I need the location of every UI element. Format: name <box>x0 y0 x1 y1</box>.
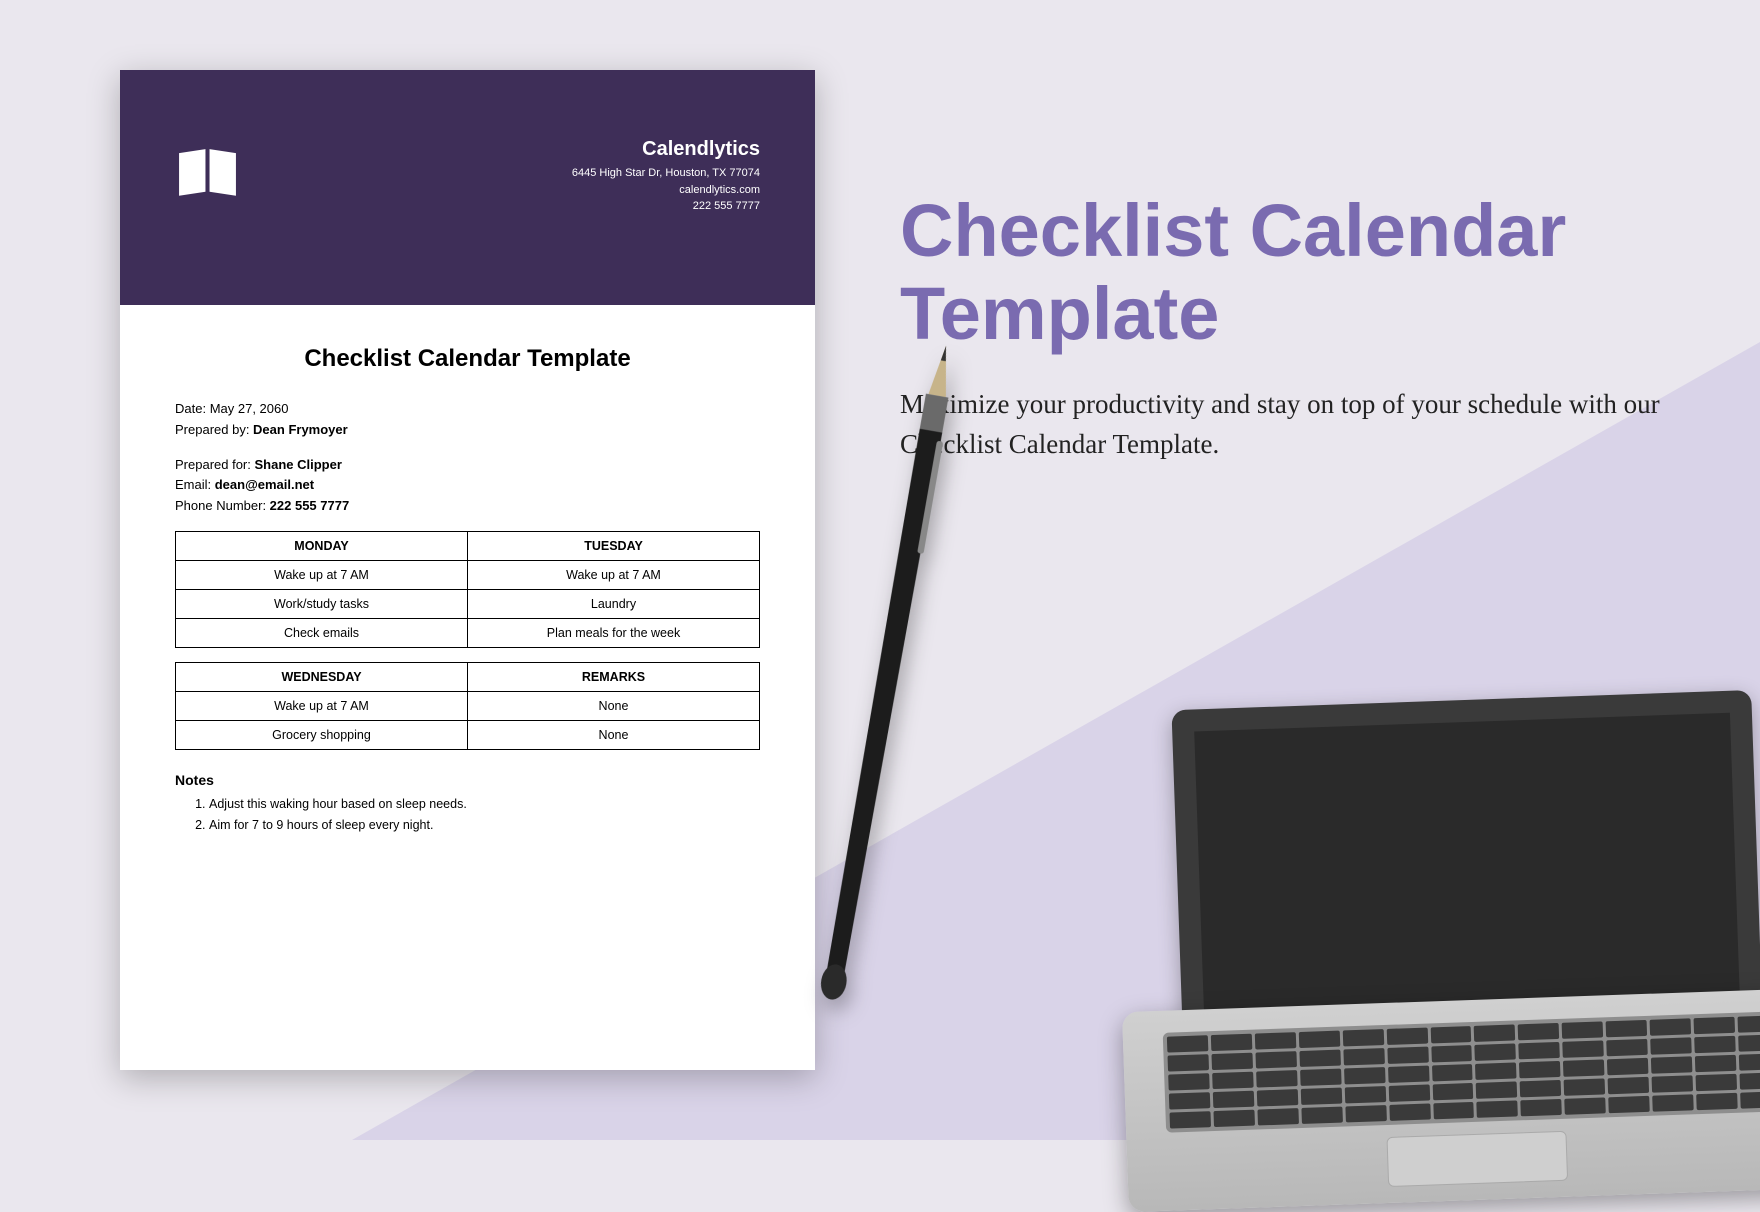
col-header: REMARKS <box>468 662 760 691</box>
cell: Wake up at 7 AM <box>176 560 468 589</box>
document-preview: Calendlytics 6445 High Star Dr, Houston,… <box>120 70 815 1070</box>
document-title: Checklist Calendar Template <box>175 345 760 373</box>
table-row: Check emailsPlan meals for the week <box>176 618 760 647</box>
promo-block: Checklist Calendar Template Maximize you… <box>900 190 1660 465</box>
company-info: Calendlytics 6445 High Star Dr, Houston,… <box>572 138 760 215</box>
book-icon <box>175 145 240 200</box>
table-row: Work/study tasksLaundry <box>176 589 760 618</box>
list-item: Adjust this waking hour based on sleep n… <box>209 794 760 815</box>
cell: Check emails <box>176 618 468 647</box>
table-row: Wake up at 7 AMWake up at 7 AM <box>176 560 760 589</box>
notes-list: Adjust this waking hour based on sleep n… <box>175 794 760 837</box>
notes-title: Notes <box>175 772 760 788</box>
cell: Wake up at 7 AM <box>176 691 468 720</box>
notes-section: Notes Adjust this waking hour based on s… <box>175 772 760 837</box>
meta-group-2: Prepared for: Shane Clipper Email: dean@… <box>175 455 760 517</box>
cell: None <box>468 691 760 720</box>
cell: Grocery shopping <box>176 720 468 749</box>
list-item: Aim for 7 to 9 hours of sleep every nigh… <box>209 815 760 836</box>
cell: Laundry <box>468 589 760 618</box>
company-phone: 222 555 7777 <box>572 198 760 215</box>
meta-group-1: Date: May 27, 2060 Prepared by: Dean Fry… <box>175 399 760 441</box>
phone-value: 222 555 7777 <box>270 498 350 513</box>
date-label: Date: <box>175 401 210 416</box>
laptop-trackpad <box>1386 1131 1568 1187</box>
document-header: Calendlytics 6445 High Star Dr, Houston,… <box>120 70 815 305</box>
email-label: Email: <box>175 477 215 492</box>
col-header: MONDAY <box>176 531 468 560</box>
col-header: TUESDAY <box>468 531 760 560</box>
cell: Plan meals for the week <box>468 618 760 647</box>
laptop-base <box>1122 988 1760 1212</box>
document-body: Checklist Calendar Template Date: May 27… <box>120 305 815 836</box>
company-website: calendlytics.com <box>572 182 760 199</box>
prepared-by-label: Prepared by: <box>175 422 253 437</box>
promo-title: Checklist Calendar Template <box>900 190 1660 356</box>
cell: Wake up at 7 AM <box>468 560 760 589</box>
prepared-by-value: Dean Frymoyer <box>253 422 348 437</box>
cell: None <box>468 720 760 749</box>
phone-label: Phone Number: <box>175 498 270 513</box>
checklist-table-1: MONDAY TUESDAY Wake up at 7 AMWake up at… <box>175 531 760 648</box>
prepared-for-label: Prepared for: <box>175 457 255 472</box>
table-row: Grocery shoppingNone <box>176 720 760 749</box>
cell: Work/study tasks <box>176 589 468 618</box>
email-value: dean@email.net <box>215 477 314 492</box>
prepared-for-value: Shane Clipper <box>255 457 342 472</box>
company-name: Calendlytics <box>572 138 760 161</box>
date-value: May 27, 2060 <box>210 401 289 416</box>
promo-description: Maximize your productivity and stay on t… <box>900 384 1660 465</box>
laptop-keyboard <box>1163 1011 1760 1133</box>
company-address: 6445 High Star Dr, Houston, TX 77074 <box>572 165 760 182</box>
laptop-prop <box>1111 688 1760 1212</box>
checklist-table-2: WEDNESDAY REMARKS Wake up at 7 AMNone Gr… <box>175 662 760 750</box>
col-header: WEDNESDAY <box>176 662 468 691</box>
table-row: Wake up at 7 AMNone <box>176 691 760 720</box>
